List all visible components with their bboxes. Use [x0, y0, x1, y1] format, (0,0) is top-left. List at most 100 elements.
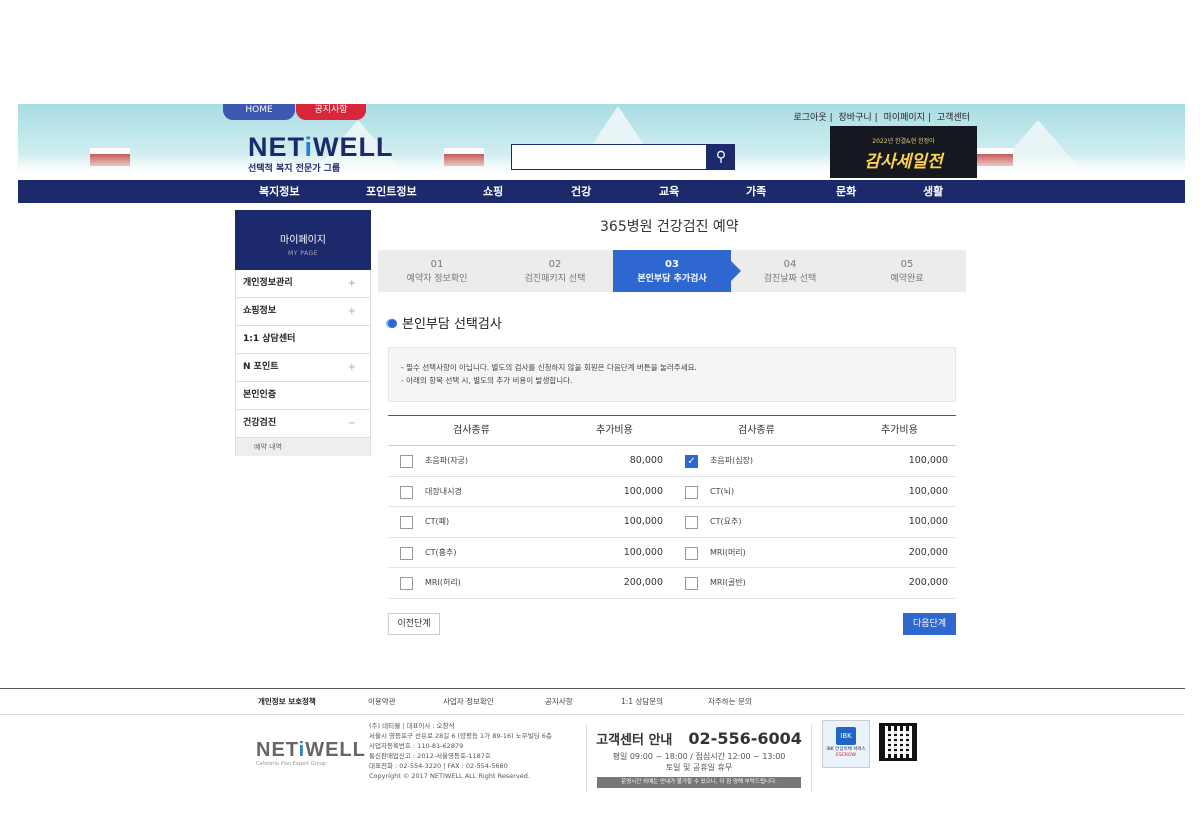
- logo-net: NET: [256, 739, 299, 761]
- step-progress: 01 예약자 정보확인 02 검진패키지 선택 03 본인부담 추가검사 04 …: [378, 250, 966, 292]
- customer-center: 고객센터 안내 02-556-6004 평일 09:00 ~ 18:00 / 점심…: [586, 724, 812, 792]
- sidebar-item-shopping[interactable]: 쇼핑정보 +: [235, 298, 371, 326]
- site-logo[interactable]: NETiWELL 선택적 복지 전문가 그룹: [248, 132, 394, 175]
- nav-points[interactable]: 포인트정보: [366, 180, 417, 203]
- company-info: (주) 네티웰 | 대표이사 : 오창석 서울시 영등포구 선유로 28길 6 …: [369, 721, 552, 781]
- footer-link-consult[interactable]: 1:1 상담문의: [621, 688, 663, 715]
- exam-checkbox[interactable]: ✓: [685, 455, 698, 468]
- footer-logo-tagline: Cafeteria Plan Expert Group: [256, 761, 326, 767]
- plus-icon: +: [347, 306, 356, 317]
- step-number: 02: [548, 259, 562, 270]
- step-label: 검진패키지 선택: [524, 274, 586, 284]
- step-1: 01 예약자 정보확인: [378, 250, 496, 292]
- exam-price: 200,000: [908, 546, 948, 558]
- table-row: 초음파(자궁) 80,000 ✓ 초음파(심장) 100,000: [388, 446, 956, 477]
- bullet-icon: [388, 319, 397, 328]
- cs-holiday: 토일 및 공휴일 휴무: [665, 763, 733, 772]
- sidebar-item-label: 본인인증: [243, 390, 277, 400]
- plus-icon: +: [347, 278, 356, 289]
- sidebar-item-n-point[interactable]: N 포인트 +: [235, 354, 371, 382]
- sidebar-item-checkup[interactable]: 건강검진 −: [235, 410, 371, 438]
- search-input[interactable]: [511, 144, 707, 170]
- footer-logo: NETiWELL Cafeteria Plan Expert Group: [256, 740, 366, 767]
- step-number: 05: [900, 259, 914, 270]
- step-3-active: 03 본인부담 추가검사: [613, 250, 741, 292]
- exam-price: 200,000: [908, 577, 948, 588]
- footer-link-terms[interactable]: 이용약관: [368, 688, 396, 715]
- sidebar-title: 마이페이지: [280, 235, 326, 246]
- section-title-text: 본인부담 선택검사: [402, 317, 502, 332]
- exam-name: CT(흉추): [425, 547, 457, 557]
- step-4: 04 검진날짜 선택: [731, 250, 849, 292]
- sidebar-subitem-reservations[interactable]: 예약 내역: [235, 438, 371, 456]
- step-label: 검진날짜 선택: [763, 274, 817, 284]
- cs-title: 고객센터 안내: [596, 733, 673, 748]
- exam-checkbox[interactable]: [400, 546, 413, 560]
- sidebar-item-consult[interactable]: 1:1 상담센터: [235, 326, 371, 354]
- exam-name: CT(요추): [710, 517, 742, 526]
- exam-price: 100,000: [908, 516, 948, 527]
- exam-checkbox[interactable]: [400, 516, 413, 529]
- exam-checkbox[interactable]: [400, 485, 413, 499]
- exam-checkbox[interactable]: [685, 485, 698, 499]
- sidebar: 마이페이지 MY PAGE 개인정보관리 + 쇼핑정보 + 1:1 상담센터 N 포…: [235, 210, 371, 456]
- exam-name: 대장내시경: [425, 486, 462, 496]
- exam-checkbox[interactable]: [685, 516, 698, 529]
- prev-step-button[interactable]: 이전단계: [388, 613, 440, 635]
- escrow-badge[interactable]: IBK IBK 안심이체 서비스 ESCROW: [822, 720, 870, 768]
- banner-small-text: 2022년 한결&현 한정아: [872, 138, 935, 145]
- nav-shopping[interactable]: 쇼핑: [483, 180, 503, 203]
- ibk-icon: IBK: [836, 727, 856, 745]
- logo-well: WELL: [313, 132, 394, 162]
- step-label: 본인부담 추가검사: [637, 274, 707, 284]
- footer-link-notice[interactable]: 공지사항: [545, 688, 573, 715]
- customer-center-link[interactable]: 고객센터: [937, 113, 970, 123]
- step-label: 예약자 정보확인: [406, 274, 468, 284]
- table-row: MRI(허리) 200,000 MRI(골반) 200,000: [388, 568, 956, 599]
- company-info-line: 서울시 영등포구 선유로 28길 6 (양평동 1가 89-16) 노무빌딩 6…: [369, 732, 552, 740]
- mypage-link[interactable]: 마이페이지: [884, 113, 925, 123]
- logo-net: NET: [248, 132, 305, 162]
- company-info-line: 사업자등록번호 : 110-81-62879: [369, 742, 464, 750]
- step-number: 03: [665, 259, 679, 270]
- next-step-button[interactable]: 다음단계: [903, 613, 956, 635]
- footer-link-faq[interactable]: 자주하는 문의: [708, 688, 752, 715]
- nav-welfare[interactable]: 복지정보: [259, 180, 299, 203]
- exam-checkbox[interactable]: [400, 577, 413, 590]
- sale-banner[interactable]: 2022년 한결&현 한정아 감사세일전: [830, 126, 977, 178]
- sidebar-item-label: N 포인트: [243, 362, 279, 372]
- search-button[interactable]: ⚲: [707, 144, 735, 170]
- col-header-exam: 검사종류: [453, 425, 490, 436]
- nav-health[interactable]: 건강: [571, 180, 591, 203]
- logo-well: WELL: [305, 739, 366, 761]
- footer-link-privacy[interactable]: 개인정보 보호정책: [258, 688, 316, 715]
- footer-link-business-info[interactable]: 사업자 정보확인: [443, 688, 494, 715]
- nav-education[interactable]: 교육: [659, 180, 679, 203]
- plus-icon: +: [347, 362, 356, 373]
- company-info-line: 통신판매업신고 : 2012-서울영등포-1187호: [369, 752, 491, 760]
- cs-hours: 평일 09:00 ~ 18:00 / 점심시간 12:00 ~ 13:00: [612, 752, 786, 761]
- minus-icon: −: [347, 418, 356, 429]
- nav-life[interactable]: 생활: [923, 180, 943, 203]
- exam-price: 100,000: [623, 485, 663, 497]
- sidebar-item-label: 쇼핑정보: [243, 306, 277, 316]
- notice-tab[interactable]: 공지사항: [296, 104, 366, 120]
- exam-name: CT(뇌): [710, 486, 735, 496]
- exam-name: MRI(머리): [710, 547, 746, 557]
- cart-link[interactable]: 장바구니: [839, 113, 872, 123]
- logout-link[interactable]: 로그아웃: [794, 113, 827, 123]
- sidebar-item-personal-info[interactable]: 개인정보관리 +: [235, 270, 371, 298]
- exam-name: MRI(골반): [710, 578, 746, 587]
- exam-checkbox[interactable]: [685, 577, 698, 590]
- table-row: CT(흉추) 100,000 MRI(머리) 200,000: [388, 538, 956, 568]
- main-nav: 복지정보 포인트정보 쇼핑 건강 교육 가족 문화 생활: [18, 180, 1185, 203]
- exam-name: 초음파(자궁): [425, 456, 469, 465]
- sidebar-item-verify[interactable]: 본인인증: [235, 382, 371, 410]
- home-tab[interactable]: HOME: [223, 104, 295, 120]
- exam-checkbox[interactable]: [400, 455, 413, 468]
- table-header: 검사종류 추가비용 검사종류 추가비용: [388, 416, 956, 446]
- nav-family[interactable]: 가족: [746, 180, 766, 203]
- exam-checkbox[interactable]: [685, 546, 698, 560]
- nav-culture[interactable]: 문화: [836, 180, 856, 203]
- col-header-exam: 검사종류: [738, 425, 775, 436]
